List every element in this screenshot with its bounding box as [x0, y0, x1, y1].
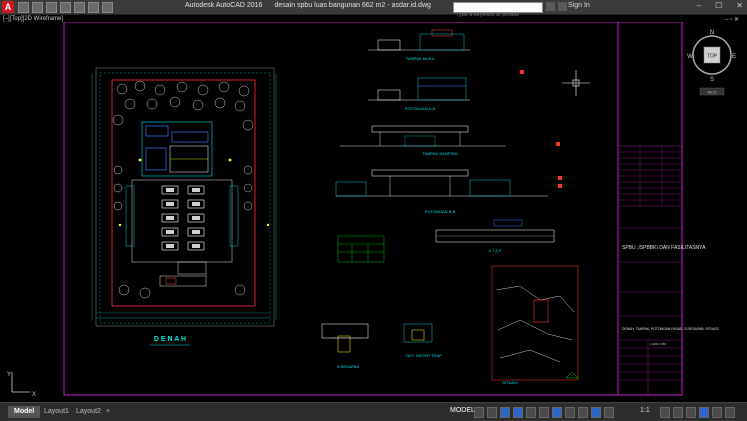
label-situasi: SITUASI: [502, 380, 518, 385]
grid-icon[interactable]: [474, 407, 484, 418]
open-file-icon[interactable]: [32, 2, 43, 13]
tampak-muka: TAMPAK MUKA: [368, 29, 470, 61]
autocad-logo-icon[interactable]: A: [2, 1, 14, 13]
status-bar: Model Layout1 Layout2 + MODEL 1:1: [0, 402, 747, 421]
atap-plan: A T A P: [435, 219, 555, 253]
status-tools: [474, 407, 614, 418]
legend-table: [337, 235, 385, 263]
user-icon[interactable]: [558, 2, 567, 11]
tab-model[interactable]: Model: [8, 406, 41, 418]
clean-screen-icon[interactable]: [712, 407, 722, 418]
label-atap: A T A P: [489, 248, 502, 253]
otrack-icon[interactable]: [539, 407, 549, 418]
drawing-canvas[interactable]: D E N A H TAMPAK MUKA POTONGAN A-A TAMPA…: [0, 22, 747, 402]
detail-water-trap: DET. WATER TRAP: [403, 323, 442, 358]
compass-w[interactable]: W: [687, 54, 693, 60]
wcs-menu[interactable]: WCS: [707, 90, 717, 95]
plan-title: D E N A H: [154, 336, 186, 343]
add-layout-button[interactable]: +: [100, 406, 116, 418]
tampak-samping: TAMPAK SAMPING: [340, 125, 506, 156]
ucs-x-label: X: [32, 392, 36, 398]
plus-icon[interactable]: [673, 407, 683, 418]
detail-resapan: S.RESAPAN: [321, 323, 369, 369]
maximize-button[interactable]: ☐: [715, 1, 722, 10]
annotation-scale[interactable]: 1:1: [640, 407, 650, 414]
hardware-acceleration-icon[interactable]: [699, 407, 709, 418]
autoscale-icon[interactable]: [604, 407, 614, 418]
snap-icon[interactable]: [487, 407, 497, 418]
binoculars-icon[interactable]: [546, 2, 555, 11]
title-block-frame: [617, 22, 683, 396]
quick-access-toolbar: [18, 2, 113, 13]
model-space-toggle[interactable]: MODEL: [450, 407, 475, 414]
annotation-icon[interactable]: [591, 407, 601, 418]
compass-s[interactable]: S: [710, 77, 714, 83]
project-name: SPBU ,ISPBBKI DAN FASILITASNYA: [622, 245, 706, 251]
crosshair-cursor: [562, 70, 590, 96]
redo-icon[interactable]: [102, 2, 113, 13]
workspace-gear-icon[interactable]: [660, 407, 670, 418]
minimize-button[interactable]: –: [697, 1, 701, 10]
label-tampak-muka: TAMPAK MUKA: [406, 56, 435, 61]
search-input[interactable]: [454, 10, 542, 20]
compass-n[interactable]: N: [710, 30, 714, 36]
app-name: Autodesk AutoCAD 2016: [185, 2, 263, 9]
potongan-aa: POTONGAN A-A: [368, 77, 470, 111]
viewcube[interactable]: TOP N S E W WCS: [687, 30, 736, 96]
drawing-scale: 1:100 / 1:50: [650, 342, 666, 346]
close-button[interactable]: ✕: [736, 1, 743, 10]
title-block: SPBU ,ISPBBKI DAN FASILITASNYA DENAH, TA…: [618, 145, 719, 395]
print-icon[interactable]: [74, 2, 85, 13]
label-tampak-samping: TAMPAK SAMPING: [422, 151, 457, 156]
label-potongan-bb: POTONGAN B-B: [425, 209, 456, 214]
search-box[interactable]: [453, 2, 543, 20]
window-controls: – ☐ ✕: [697, 1, 743, 10]
new-file-icon[interactable]: [18, 2, 29, 13]
isolate-icon[interactable]: [686, 407, 696, 418]
title-bar: A Autodesk AutoCAD 2016 desain spbu luas …: [0, 0, 747, 20]
polar-icon[interactable]: [513, 407, 523, 418]
label-water-trap: DET. WATER TRAP: [406, 353, 442, 358]
save-as-icon[interactable]: [60, 2, 71, 13]
selection-cycling-icon[interactable]: [578, 407, 588, 418]
undo-icon[interactable]: [88, 2, 99, 13]
floor-plan: D E N A H: [91, 67, 277, 346]
file-name: desain spbu luas bangunan 662 m2 - asdar…: [274, 2, 431, 9]
ortho-icon[interactable]: [500, 407, 510, 418]
situasi-map: SITUASI: [491, 265, 579, 385]
save-icon[interactable]: [46, 2, 57, 13]
transparency-icon[interactable]: [565, 407, 575, 418]
sign-in-button[interactable]: Sign In: [568, 2, 590, 9]
ucs-icon: [11, 372, 30, 393]
label-potongan-aa: POTONGAN A-A: [405, 106, 436, 111]
lineweight-icon[interactable]: [552, 407, 562, 418]
potongan-bb: POTONGAN B-B: [335, 70, 562, 214]
ucs-y-label: Y: [7, 372, 11, 378]
compass-e[interactable]: E: [732, 54, 736, 60]
customization-menu-icon[interactable]: [725, 407, 735, 418]
label-resapan: S.RESAPAN: [337, 364, 360, 369]
status-tools-right: [660, 407, 735, 418]
title-tools: [546, 2, 567, 11]
drawing-description: DENAH, TAMPAK, POTONGAN FASAD, S.RESAPAN…: [622, 327, 719, 331]
viewcube-top[interactable]: TOP: [707, 54, 718, 60]
osnap-icon[interactable]: [526, 407, 536, 418]
window-title: Autodesk AutoCAD 2016 desain spbu luas ba…: [185, 2, 431, 9]
